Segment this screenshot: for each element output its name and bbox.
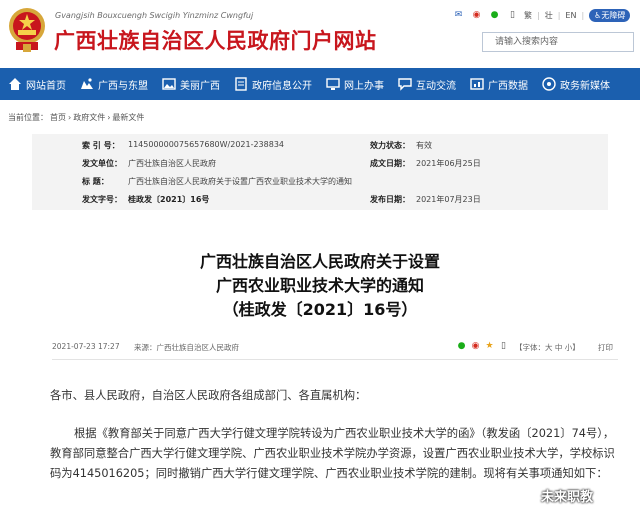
meta-row: 发文单位： 广西壮族自治区人民政府 成文日期： 2021年06月25日 xyxy=(32,158,608,177)
site-header: Gvangjsih Bouxcuengh Swcigih Yinzminz Cw… xyxy=(0,0,640,68)
site-name-english: Gvangjsih Bouxcuengh Swcigih Yinzminz Cw… xyxy=(55,11,254,20)
meta-row: 索 引 号： 114500000075657680W/2021-238834 效… xyxy=(32,140,608,159)
nav-item-info-disclosure[interactable]: 政府信息公开 xyxy=(226,68,318,100)
nav-item-label: 网上办事 xyxy=(344,80,384,92)
header-tools: ✉ ◉ ● ▯ 繁 | 壮 | EN | ♿无障碍 xyxy=(452,6,631,24)
separator: | xyxy=(581,10,585,20)
nav-item-beautiful-guangxi[interactable]: 美丽广西 xyxy=(154,68,226,100)
accessibility-button[interactable]: ♿无障碍 xyxy=(589,8,631,22)
lang-english-link[interactable]: EN xyxy=(565,11,576,20)
status-label: 效力状态： xyxy=(370,141,410,150)
nav-item-label: 广西数据 xyxy=(488,80,528,92)
breadcrumb-separator: › xyxy=(107,113,111,122)
meta-row: 标 题： 广西壮族自治区人民政府关于设置广西农业职业技术大学的通知 xyxy=(32,176,608,195)
computer-icon xyxy=(326,78,340,90)
separator: | xyxy=(537,10,540,20)
share-weibo-icon[interactable]: ◉ xyxy=(470,340,481,351)
article-source: 来源：广西壮族自治区人民政府 xyxy=(134,343,239,352)
nav-item-label: 互动交流 xyxy=(416,80,456,92)
breadcrumb: 当前位置： 首页 › 政府文件 › 最新文件 xyxy=(8,112,146,123)
issuer-label: 发文单位： xyxy=(82,159,122,168)
accessibility-label: 无障碍 xyxy=(601,10,626,20)
article-datetime: 2021-07-23 17:27 xyxy=(52,342,120,351)
divider xyxy=(52,359,618,360)
issuer-value: 广西壮族自治区人民政府 xyxy=(128,159,216,168)
breadcrumb-link-latest[interactable]: 最新文件 xyxy=(112,113,144,122)
breadcrumb-link-gov-docs[interactable]: 政府文件 xyxy=(73,113,105,122)
share-mobile-icon[interactable]: ▯ xyxy=(498,340,509,351)
nav-item-online-services[interactable]: 网上办事 xyxy=(318,68,390,100)
font-size-control[interactable]: 【字体：大 中 小】 xyxy=(515,342,580,353)
nav-item-interaction[interactable]: 互动交流 xyxy=(390,68,462,100)
title-label: 标 题： xyxy=(82,177,109,186)
asean-icon xyxy=(81,78,93,89)
main-nav: 网站首页 广西与东盟 美丽广西 政府信息公开 网上办事 互动交流 广西数据 政务… xyxy=(0,68,640,100)
data-icon xyxy=(470,78,484,90)
chat-icon xyxy=(398,78,412,91)
doc-number-value: 桂政发〔2021〕16号 xyxy=(128,195,210,204)
breadcrumb-link-home[interactable]: 首页 xyxy=(50,113,66,122)
article-title-line: 广西农业职业技术大学的通知 xyxy=(215,276,424,295)
new-media-icon xyxy=(542,77,556,91)
lang-traditional-link[interactable]: 繁 xyxy=(524,10,532,21)
title-value: 广西壮族自治区人民政府关于设置广西农业职业技术大学的通知 xyxy=(128,177,352,186)
doc-number-label: 发文字号： xyxy=(82,195,122,204)
written-date-value: 2021年06月25日 xyxy=(416,159,481,168)
home-icon xyxy=(9,78,21,90)
meta-row: 发文字号： 桂政发〔2021〕16号 发布日期： 2021年07月23日 xyxy=(32,194,608,213)
site-name-chinese[interactable]: 广西壮族自治区人民政府门户网站 xyxy=(54,25,377,55)
landscape-icon xyxy=(162,78,176,90)
share-icons: ● ◉ ★ ▯ xyxy=(456,340,509,351)
nav-item-label: 网站首页 xyxy=(26,80,66,92)
watermark-text: 未来职教 xyxy=(541,490,594,505)
document-meta-table: 索 引 号： 114500000075657680W/2021-238834 效… xyxy=(32,134,608,210)
print-button[interactable]: 打印 xyxy=(598,342,613,353)
nav-item-new-media[interactable]: 政务新媒体 xyxy=(534,68,616,100)
document-icon xyxy=(235,77,247,91)
publish-date-value: 2021年07月23日 xyxy=(416,195,481,204)
index-value: 114500000075657680W/2021-238834 xyxy=(128,140,285,149)
nav-item-home[interactable]: 网站首页 xyxy=(0,68,72,100)
nav-item-label: 政府信息公开 xyxy=(252,80,312,92)
search-input[interactable] xyxy=(483,33,633,51)
nav-item-data[interactable]: 广西数据 xyxy=(462,68,534,100)
search-box xyxy=(482,32,634,52)
weibo-icon[interactable]: ◉ xyxy=(470,9,483,22)
share-qzone-icon[interactable]: ★ xyxy=(484,340,495,351)
article-title-line: （桂政发〔2021〕16号） xyxy=(222,300,418,319)
written-date-label: 成文日期： xyxy=(370,159,410,168)
nav-item-asean[interactable]: 广西与东盟 xyxy=(72,68,154,100)
mail-icon[interactable]: ✉ xyxy=(452,9,465,22)
separator: | xyxy=(557,10,561,20)
status-value: 有效 xyxy=(416,141,432,150)
article-paragraph: 各市、县人民政府，自治区人民政府各组成部门、各直属机构： xyxy=(50,389,367,402)
wechat-icon[interactable]: ● xyxy=(488,9,501,22)
article-paragraph: 根据《教育部关于同意广西大学行健文理学院转设为广西农业职业技术大学的函》（教发函… xyxy=(50,427,615,480)
article-title: 广西壮族自治区人民政府关于设置 广西农业职业技术大学的通知 （桂政发〔2021〕… xyxy=(0,250,640,322)
breadcrumb-prefix: 当前位置： xyxy=(8,113,48,122)
lang-zhuang-link[interactable]: 壮 xyxy=(545,10,553,21)
mobile-icon[interactable]: ▯ xyxy=(506,9,519,22)
nav-item-label: 广西与东盟 xyxy=(98,80,148,92)
publish-date-label: 发布日期： xyxy=(370,195,410,204)
breadcrumb-separator: › xyxy=(68,113,72,122)
share-wechat-icon[interactable]: ● xyxy=(456,340,467,351)
nav-item-label: 美丽广西 xyxy=(180,80,220,92)
article-title-line: 广西壮族自治区人民政府关于设置 xyxy=(199,252,440,271)
index-label: 索 引 号： xyxy=(82,141,120,150)
nav-item-label: 政务新媒体 xyxy=(560,80,610,92)
national-emblem-icon xyxy=(9,8,45,52)
